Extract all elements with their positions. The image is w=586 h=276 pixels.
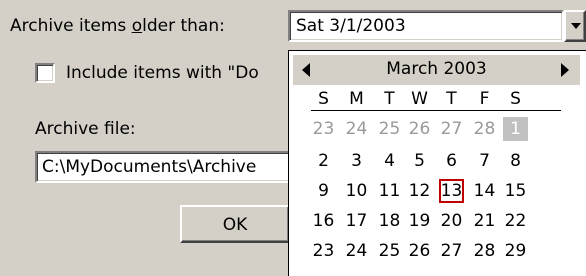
ok-label: OK [222,215,248,235]
archive-older-than-label: Archive items older than: [10,16,225,36]
calendar-day[interactable]: 21 [472,209,497,233]
calendar-day[interactable]: 19 [407,209,432,233]
calendar-day[interactable]: 27 [439,117,464,141]
weekday-label: S [510,89,521,109]
calendar-day[interactable]: 27 [439,239,464,263]
calendar-day[interactable]: 15 [503,179,528,203]
next-month-icon[interactable] [556,62,572,78]
calendar-day[interactable]: 7 [472,149,497,173]
calendar-day[interactable]: 24 [344,117,369,141]
include-items-label[interactable]: Include items with "Do [66,63,259,83]
calendar-day[interactable]: 25 [377,239,402,263]
calendar-month-title: March 2003 [386,59,487,79]
calendar-day[interactable]: 9 [311,179,336,203]
calendar-day[interactable]: 4 [377,149,402,173]
calendar-day[interactable]: 25 [377,117,402,141]
calendar-day[interactable]: 23 [311,239,336,263]
calendar-day[interactable]: 24 [344,239,369,263]
calendar-day[interactable]: 10 [344,179,369,203]
archive-file-label: Archive file: [35,119,136,139]
date-value: Sat 3/1/2003 [296,16,406,36]
chevron-down-icon [571,23,581,29]
calendar-day[interactable]: 12 [407,179,432,203]
calendar-day[interactable]: 20 [439,209,464,233]
calendar-popup: March 2003 SMTWTFS 23 24 25 26 27 28 1 2 3 4 5 6 7 8 9… [288,50,586,276]
calendar-day[interactable]: 23 [311,117,336,141]
calendar-day[interactable]: 8 [503,149,528,173]
calendar-header: March 2003 [293,55,580,85]
archive-date-field[interactable]: Sat 3/1/2003 [288,10,564,42]
calendar-day[interactable]: 1 [503,117,528,141]
calendar-day[interactable]: 5 [407,149,432,173]
archive-file-value: C:\MyDocuments\Archive [42,157,257,177]
weekday-label: W [411,89,428,109]
ok-button[interactable]: OK [180,205,290,243]
weekday-label: S [318,89,329,109]
weekday-label: M [349,89,364,109]
calendar-day[interactable]: 28 [472,239,497,263]
weekday-label: F [479,89,490,109]
calendar-day[interactable]: 18 [377,209,402,233]
weekday-label: T [446,89,457,109]
calendar-day[interactable]: 6 [439,149,464,173]
calendar-day[interactable]: 2 [311,149,336,173]
calendar-day[interactable]: 3 [344,149,369,173]
archive-file-field[interactable]: C:\MyDocuments\Archive [35,151,295,183]
calendar-day[interactable]: 13 [439,179,464,203]
date-dropdown-button[interactable] [564,10,586,42]
calendar-day[interactable]: 14 [472,179,497,203]
include-items-checkbox[interactable] [35,63,55,83]
calendar-day[interactable]: 17 [344,209,369,233]
calendar-day[interactable]: 16 [311,209,336,233]
calendar-day[interactable]: 26 [407,239,432,263]
calendar-day[interactable]: 22 [503,209,528,233]
weekday-divider [311,110,561,111]
calendar-day[interactable]: 28 [472,117,497,141]
weekday-label: T [384,89,395,109]
calendar-day[interactable]: 11 [377,179,402,203]
calendar-day[interactable]: 29 [503,239,528,263]
calendar-day[interactable]: 26 [407,117,432,141]
